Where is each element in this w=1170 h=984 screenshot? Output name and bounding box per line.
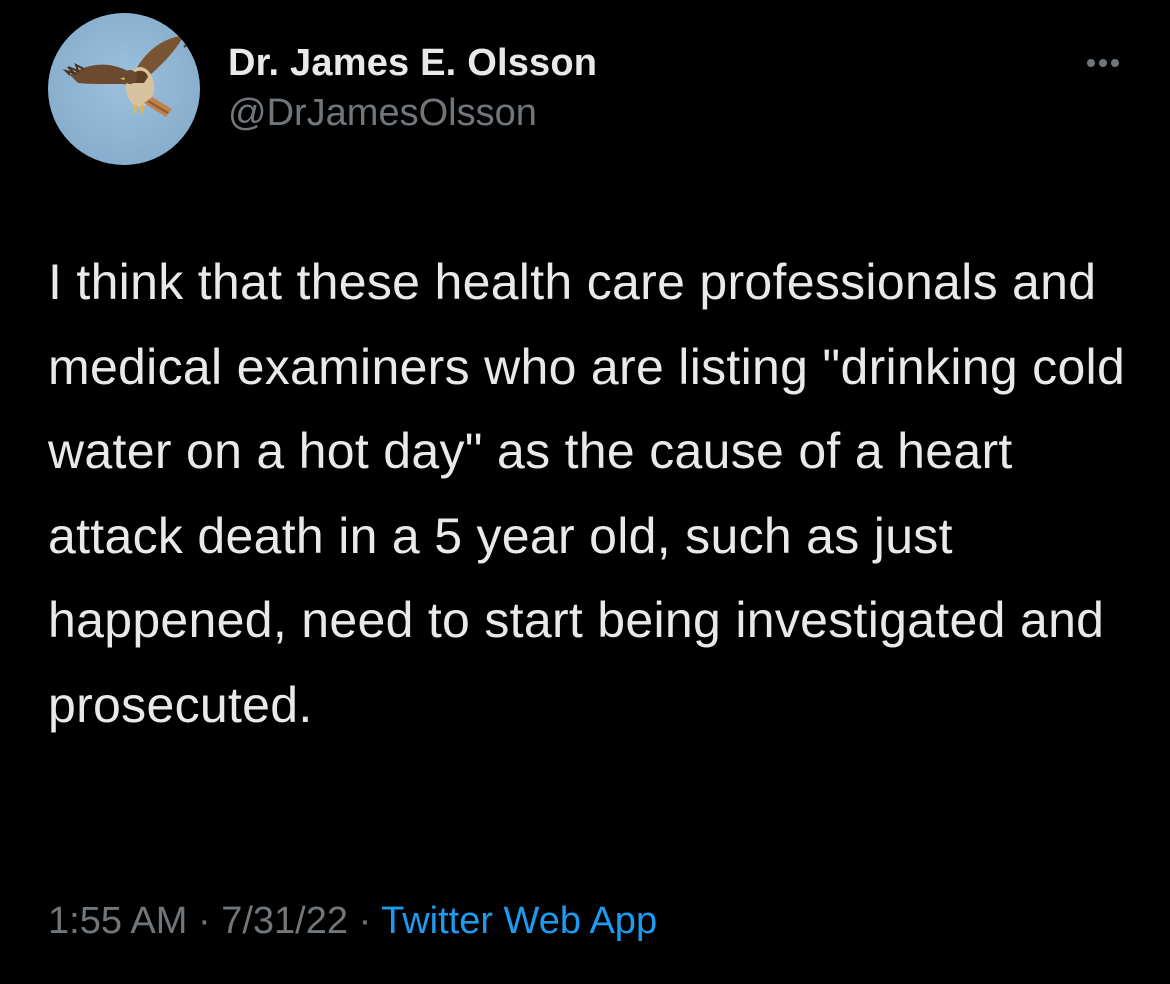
more-options-icon xyxy=(1087,59,1119,67)
meta-separator: · xyxy=(358,900,372,942)
tweet-metadata: 1:55 AM · 7/31/22 · Twitter Web App xyxy=(48,893,657,949)
tweet-date[interactable]: 7/31/22 xyxy=(221,900,348,942)
more-options-button[interactable] xyxy=(1078,51,1128,75)
username-handle[interactable]: @DrJamesOlsson xyxy=(228,91,597,135)
hawk-avatar-icon xyxy=(48,13,200,165)
tweet-header: Dr. James E. Olsson @DrJamesOlsson xyxy=(48,13,1128,165)
display-name[interactable]: Dr. James E. Olsson xyxy=(228,41,597,85)
tweet-source-link[interactable]: Twitter Web App xyxy=(381,900,657,942)
tweet: Dr. James E. Olsson @DrJamesOlsson I thi… xyxy=(0,0,1170,984)
meta-separator: · xyxy=(197,900,211,942)
tweet-time[interactable]: 1:55 AM xyxy=(48,900,187,942)
author-names: Dr. James E. Olsson @DrJamesOlsson xyxy=(228,41,597,135)
tweet-text: I think that these health care professio… xyxy=(48,254,1140,733)
avatar[interactable] xyxy=(48,13,200,165)
